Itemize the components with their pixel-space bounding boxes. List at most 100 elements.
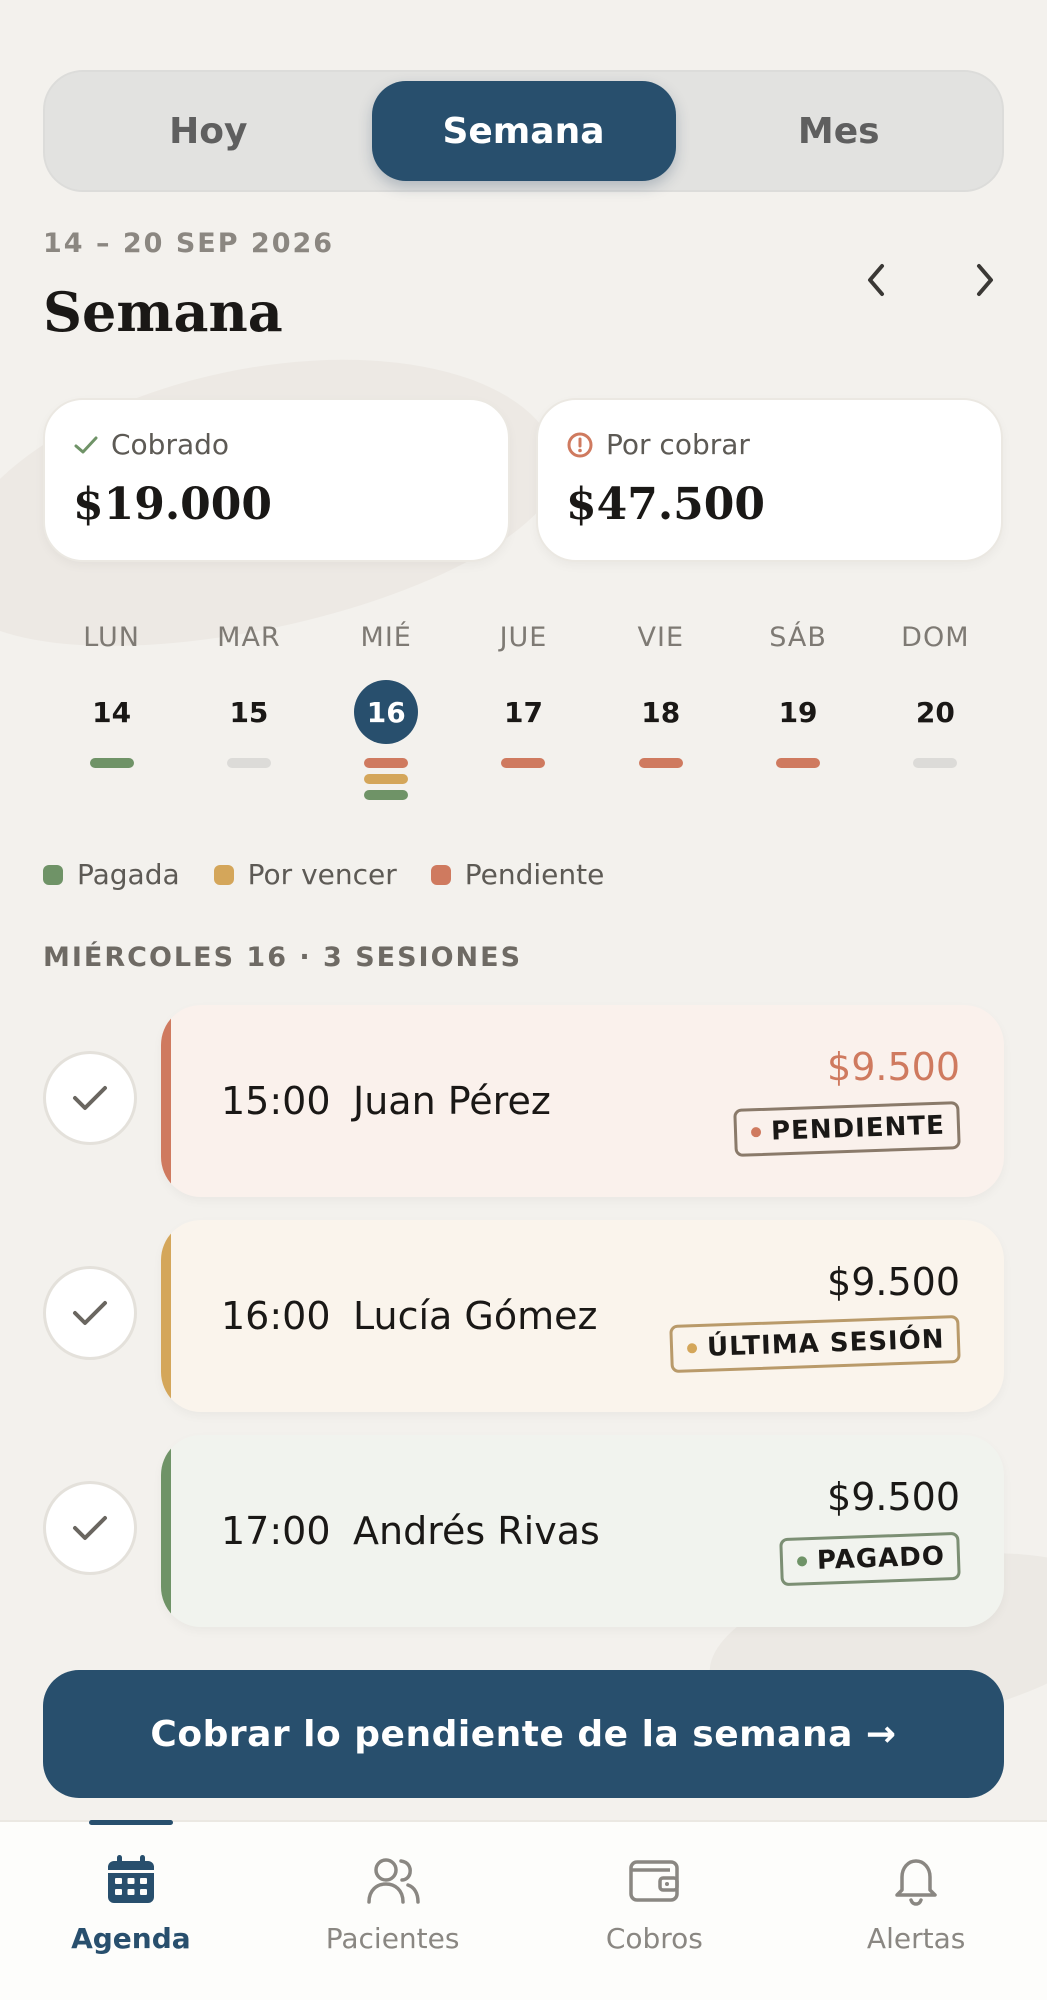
legend-dot-due-soon <box>213 864 234 885</box>
tab-cobros[interactable]: Cobros <box>524 1822 786 2000</box>
check-icon <box>73 1086 107 1110</box>
session-amount: $9.500 <box>827 1045 960 1089</box>
section-title: MIÉRCOLES 16 · 3 SESIONES <box>43 942 523 973</box>
session-time: 15:00 <box>221 1079 331 1123</box>
previous-week-button[interactable] <box>847 250 907 310</box>
day-name: MAR <box>217 622 281 653</box>
day-dom[interactable]: DOM 20 <box>867 622 1004 800</box>
status-bar-paid <box>364 790 409 800</box>
session-row: 15:00 Juan Pérez $9.500 PENDIENTE <box>43 1005 1004 1197</box>
tab-label: Alertas <box>866 1922 966 1955</box>
day-number: 17 <box>504 695 543 729</box>
patient-name: Andrés Rivas <box>353 1509 600 1553</box>
status-bar-pending <box>638 758 683 768</box>
day-name: LUN <box>83 622 140 653</box>
session-card[interactable]: 16:00 Lucía Gómez $9.500 ÚLTIMA SESIÓN <box>161 1220 1004 1412</box>
legend-label: Por vencer <box>247 858 397 891</box>
badge-dot <box>751 1127 762 1138</box>
status-bar-due-soon <box>364 774 409 784</box>
next-week-button[interactable] <box>954 250 1014 310</box>
session-row: 16:00 Lucía Gómez $9.500 ÚLTIMA SESIÓN <box>43 1220 1004 1412</box>
legend-label: Pagada <box>77 858 180 891</box>
day-mar[interactable]: MAR 15 <box>180 622 317 800</box>
session-time: 16:00 <box>221 1294 331 1338</box>
mark-done-button[interactable] <box>43 1481 137 1575</box>
day-status-bars <box>226 758 271 768</box>
badge-label: PAGADO <box>816 1541 946 1576</box>
day-status-bars <box>776 758 821 768</box>
to-collect-amount: $47.500 <box>566 479 766 530</box>
badge-label: ÚLTIMA SESIÓN <box>706 1324 946 1363</box>
collect-pending-button[interactable]: Cobrar lo pendiente de la semana → <box>43 1670 1004 1798</box>
chevron-left-icon <box>868 264 884 296</box>
status-bar-paid <box>89 758 134 768</box>
collected-label: Cobrado <box>111 428 230 461</box>
status-stripe-pending <box>161 1005 171 1197</box>
collected-amount: $19.000 <box>73 479 273 530</box>
legend-dot-paid <box>43 864 63 885</box>
status-badge: PENDIENTE <box>733 1101 961 1157</box>
check-icon <box>74 436 98 453</box>
tab-label: Agenda <box>71 1922 191 1955</box>
status-bar-pending <box>364 758 409 768</box>
status-bar-empty <box>226 758 271 768</box>
legend-label: Pendiente <box>464 858 605 891</box>
day-name: JUE <box>499 622 548 653</box>
status-legend: Pagada Por vencer Pendiente <box>43 858 604 891</box>
legend-pending: Pendiente <box>430 858 605 891</box>
bell-icon <box>895 1859 937 1906</box>
to-collect-label: Por cobrar <box>606 428 750 461</box>
alert-circle-icon <box>567 432 593 457</box>
day-number: 19 <box>778 695 818 729</box>
badge-dot <box>687 1343 698 1354</box>
tab-label: Cobros <box>605 1922 703 1955</box>
patient-name: Juan Pérez <box>353 1079 551 1123</box>
day-number: 15 <box>229 695 269 729</box>
tab-label: Pacientes <box>325 1922 460 1955</box>
page-title: Semana <box>43 280 283 344</box>
segment-semana[interactable]: Semana <box>371 81 676 181</box>
day-number: 18 <box>641 695 681 729</box>
badge-label: PENDIENTE <box>770 1110 946 1147</box>
day-vie[interactable]: VIE 18 <box>592 622 729 800</box>
calendar-icon <box>107 1855 154 1903</box>
day-name: VIE <box>637 622 685 653</box>
day-status-bars <box>638 758 683 768</box>
day-number: 20 <box>915 695 955 729</box>
date-range: 14 – 20 SEP 2026 <box>43 228 335 259</box>
session-card[interactable]: 15:00 Juan Pérez $9.500 PENDIENTE <box>161 1005 1004 1197</box>
users-icon <box>366 1858 420 1904</box>
wallet-icon <box>629 1860 680 1902</box>
day-mie[interactable]: MIÉ 16 <box>318 622 455 800</box>
tab-agenda[interactable]: Agenda <box>0 1820 262 2000</box>
check-icon <box>73 1301 107 1325</box>
segment-hoy[interactable]: Hoy <box>55 81 362 181</box>
day-jue[interactable]: JUE 17 <box>455 622 592 800</box>
bottom-tab-bar: Agenda Pacientes Cobros Alertas <box>0 1820 1047 2000</box>
day-status-bars <box>89 758 134 768</box>
status-bar-empty <box>913 758 958 768</box>
segment-mes[interactable]: Mes <box>686 81 993 181</box>
badge-dot <box>796 1556 808 1567</box>
day-lun[interactable]: LUN 14 <box>43 622 180 800</box>
session-amount: $9.500 <box>827 1260 960 1304</box>
active-tab-indicator <box>88 1820 173 1825</box>
session-card[interactable]: 17:00 Andrés Rivas $9.500 PAGADO <box>161 1435 1004 1627</box>
day-sab[interactable]: SÁB 19 <box>729 622 866 800</box>
day-name: DOM <box>901 622 970 653</box>
status-badge: PAGADO <box>779 1531 961 1587</box>
mark-done-button[interactable] <box>43 1051 137 1145</box>
tab-pacientes[interactable]: Pacientes <box>262 1822 524 2000</box>
day-status-bars <box>364 758 409 800</box>
tab-alertas[interactable]: Alertas <box>785 1822 1047 2000</box>
status-bar-pending <box>776 758 821 768</box>
day-number: 14 <box>92 695 132 729</box>
patient-name: Lucía Gómez <box>353 1294 598 1338</box>
week-strip: LUN 14 MAR 15 MIÉ 16 JUE 17 VIE 18 SÁB 1… <box>43 622 1004 800</box>
collected-card: Cobrado $19.000 <box>43 398 510 562</box>
mark-done-button[interactable] <box>43 1266 137 1360</box>
status-stripe-due-soon <box>161 1220 171 1412</box>
day-number-selected: 16 <box>354 680 419 744</box>
status-bar-pending <box>501 758 546 768</box>
chevron-right-icon <box>977 264 993 296</box>
